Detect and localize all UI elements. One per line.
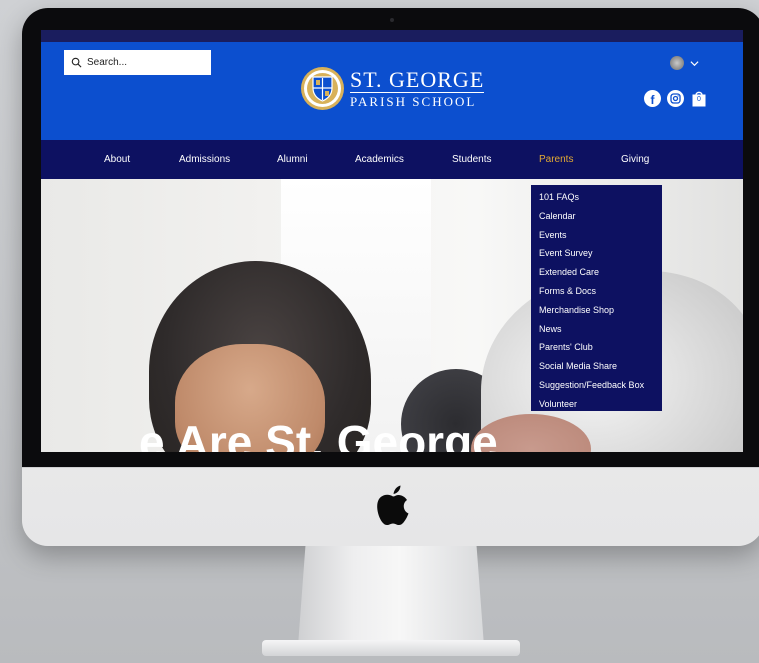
menu-item-extended-care[interactable]: Extended Care <box>531 263 662 282</box>
cart-count: 0 <box>697 96 701 103</box>
language-selector[interactable] <box>670 56 699 70</box>
facebook-glyph: f <box>650 92 655 107</box>
menu-item-forms-docs[interactable]: Forms & Docs <box>531 282 662 301</box>
nav-item-parents[interactable]: Parents <box>539 154 573 165</box>
menu-item-volunteer[interactable]: Volunteer <box>531 395 662 414</box>
shopping-bag-icon[interactable]: 0 <box>692 90 706 107</box>
site-header: ST. GEORGE PARISH SCHOOL f <box>41 42 743 140</box>
menu-item-event-survey[interactable]: Event Survey <box>531 244 662 263</box>
monitor-chin-divider <box>22 467 759 468</box>
menu-item-suggestion-feedback[interactable]: Suggestion/Feedback Box <box>531 376 662 395</box>
social-links: f 0 <box>644 90 706 107</box>
nav-item-about[interactable]: About <box>104 154 130 165</box>
monitor-stand-base <box>262 640 520 656</box>
camera-dot <box>390 18 394 22</box>
parents-dropdown-menu: 101 FAQs Calendar Events Event Survey Ex… <box>531 185 662 411</box>
menu-item-events[interactable]: Events <box>531 226 662 245</box>
menu-item-merchandise-shop[interactable]: Merchandise Shop <box>531 301 662 320</box>
chevron-down-icon <box>690 60 699 66</box>
search-icon <box>71 57 82 68</box>
nav-item-alumni[interactable]: Alumni <box>277 154 308 165</box>
logo-title: ST. GEORGE <box>350 67 485 93</box>
main-nav: About Admissions Alumni Academics Studen… <box>41 140 743 179</box>
school-crest-icon <box>301 67 344 110</box>
search-box[interactable] <box>64 50 211 75</box>
search-input[interactable] <box>87 57 197 68</box>
menu-item-faqs[interactable]: 101 FAQs <box>531 188 662 207</box>
hero-headline: e Are St. George <box>139 416 498 452</box>
logo-text: ST. GEORGE PARISH SCHOOL <box>350 67 485 109</box>
monitor-stand <box>298 546 484 646</box>
nav-item-academics[interactable]: Academics <box>355 154 404 165</box>
nav-item-students[interactable]: Students <box>452 154 491 165</box>
facebook-icon[interactable]: f <box>644 90 661 107</box>
nav-item-giving[interactable]: Giving <box>621 154 649 165</box>
logo-subtitle: PARISH SCHOOL <box>350 94 477 109</box>
language-flag-icon <box>670 56 684 70</box>
screen: ST. GEORGE PARISH SCHOOL f <box>41 30 743 452</box>
menu-item-news[interactable]: News <box>531 320 662 339</box>
instagram-glyph <box>670 93 681 104</box>
menu-item-calendar[interactable]: Calendar <box>531 207 662 226</box>
nav-item-admissions[interactable]: Admissions <box>179 154 230 165</box>
top-strip <box>41 30 743 42</box>
apple-logo-icon <box>377 485 409 526</box>
school-logo[interactable]: ST. GEORGE PARISH SCHOOL <box>300 66 485 111</box>
menu-item-parents-club[interactable]: Parents' Club <box>531 338 662 357</box>
menu-item-social-media-share[interactable]: Social Media Share <box>531 357 662 376</box>
instagram-icon[interactable] <box>667 90 684 107</box>
